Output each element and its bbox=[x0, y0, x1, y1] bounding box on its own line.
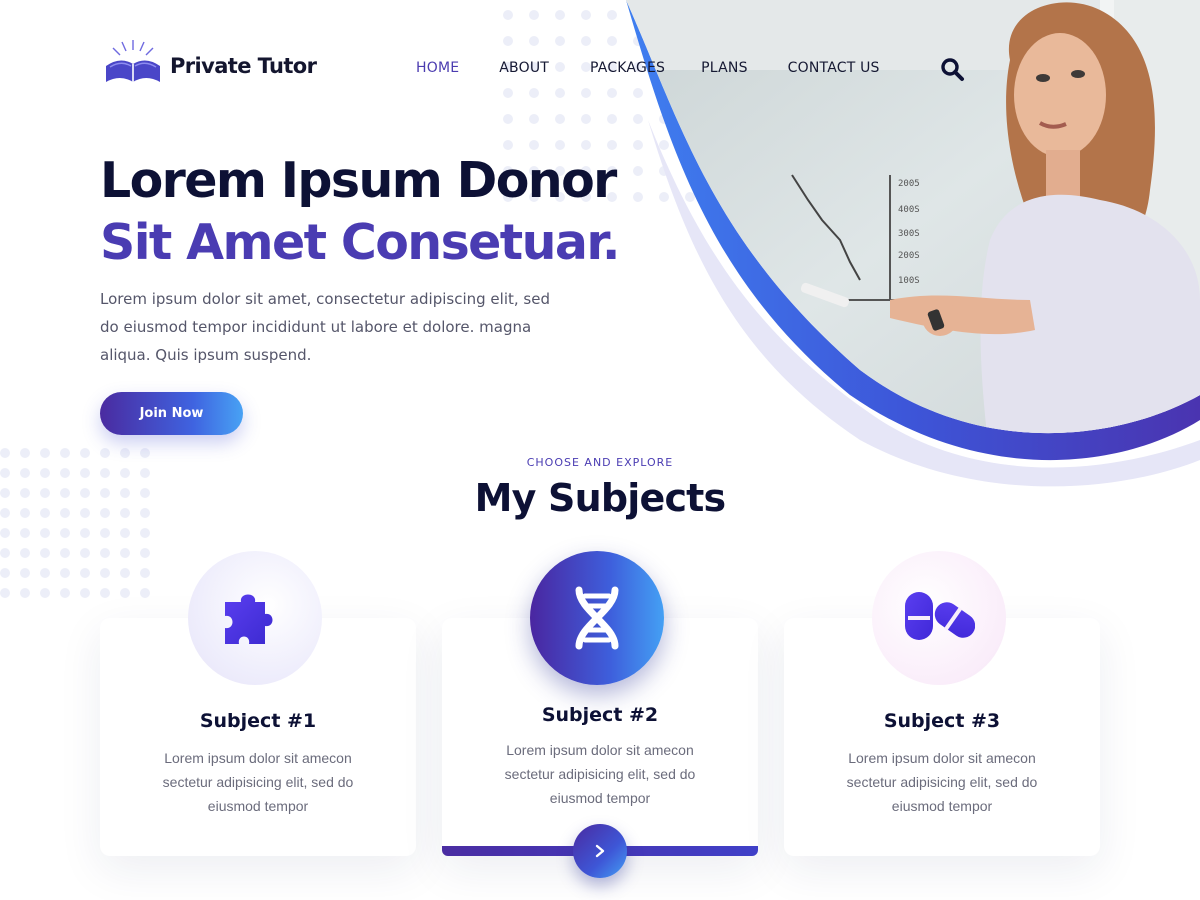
chart-label-3: 300S bbox=[898, 229, 920, 239]
nav-item-contact[interactable]: CONTACT US bbox=[788, 60, 880, 76]
subject-card-description: Lorem ipsum dolor sit amecon sectetur ad… bbox=[162, 750, 354, 814]
subject-card-description: Lorem ipsum dolor sit amecon sectetur ad… bbox=[504, 742, 696, 806]
brand-name: Private Tutor bbox=[170, 53, 317, 78]
chart-label-2: 400S bbox=[898, 205, 920, 215]
nav-item-about[interactable]: ABOUT bbox=[499, 60, 549, 76]
pills-icon bbox=[905, 592, 975, 640]
brand-logo[interactable]: Private Tutor bbox=[104, 38, 317, 93]
subject-icon-circle-3 bbox=[872, 551, 1006, 685]
hero-title-line-1: Lorem Ipsum Donor bbox=[100, 152, 617, 209]
subject-icon-circle-2 bbox=[530, 551, 664, 685]
dna-icon bbox=[575, 586, 619, 650]
search-icon bbox=[941, 58, 964, 81]
open-book-sunrise-icon bbox=[104, 38, 162, 93]
subject-card-title: Subject #1 bbox=[199, 710, 317, 732]
hero-title-line-2: Sit Amet Consetuar. bbox=[100, 214, 621, 271]
subject-card-description: Lorem ipsum dolor sit amecon sectetur ad… bbox=[846, 750, 1038, 814]
chart-label-4: 200S bbox=[898, 251, 920, 261]
subject-icon-circle-1 bbox=[188, 551, 322, 685]
section-title: My Subjects bbox=[474, 476, 727, 520]
subject-card-title: Subject #3 bbox=[883, 710, 1001, 732]
next-subject-button[interactable] bbox=[573, 824, 627, 878]
dot-pattern-left bbox=[0, 448, 150, 598]
chevron-right-icon bbox=[595, 844, 605, 858]
puzzle-piece-icon bbox=[225, 594, 273, 644]
subject-card-title: Subject #2 bbox=[541, 704, 659, 726]
join-now-button[interactable]: Join Now bbox=[100, 392, 243, 435]
nav-item-plans[interactable]: PLANS bbox=[701, 60, 748, 76]
main-nav: HOME ABOUT PACKAGES PLANS CONTACT US bbox=[416, 60, 920, 76]
section-eyebrow: CHOOSE AND EXPLORE bbox=[526, 456, 674, 469]
nav-item-packages[interactable]: PACKAGES bbox=[590, 60, 665, 76]
chart-label-1: 2005 bbox=[898, 179, 920, 189]
nav-item-home[interactable]: HOME bbox=[416, 60, 459, 76]
hero-description: Lorem ipsum dolor sit amet, consectetur … bbox=[100, 290, 550, 364]
hero-title: Lorem Ipsum Donor Sit Amet Consetuar. bbox=[100, 150, 621, 274]
search-button[interactable] bbox=[940, 57, 966, 83]
chart-label-5: 100S bbox=[898, 276, 920, 286]
